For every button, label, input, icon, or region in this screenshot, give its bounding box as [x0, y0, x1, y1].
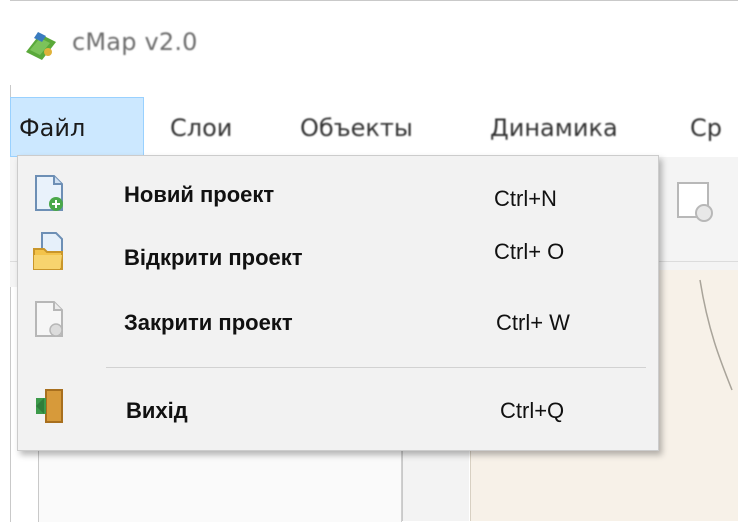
toolbar-document-icon[interactable] [670, 175, 720, 225]
side-panel [402, 440, 469, 521]
file-menu-dropdown: Новий проект Ctrl+N Відкрити проект Ctrl… [17, 155, 659, 451]
menu-item-label: Закрити проект [124, 310, 293, 335]
layers-panel[interactable] [38, 440, 402, 522]
menu-item-exit[interactable]: Вихід Ctrl+Q [18, 384, 658, 438]
menu-item-shortcut: Ctrl+Q [500, 398, 565, 423]
menu-item-shortcut: Ctrl+ W [496, 310, 570, 335]
menu-layers-label: Слои [170, 114, 233, 142]
menu-objects[interactable]: Объекты [300, 97, 413, 157]
menu-objects-label: Объекты [300, 114, 413, 142]
open-folder-icon [33, 232, 63, 270]
menu-item-shortcut: Ctrl+N [494, 186, 557, 211]
menu-item-label: Новий проект [124, 182, 275, 207]
menu-dynamics-label: Динамика [490, 114, 618, 142]
menu-file[interactable]: Файл [10, 97, 144, 157]
menu-item-open-project[interactable]: Відкрити проект Ctrl+ O [18, 223, 658, 277]
menu-item-label: Відкрити проект [124, 245, 303, 270]
menu-item-shortcut: Ctrl+ O [494, 239, 565, 264]
menu-bar: Файл Слои Объекты Динамика Ср [10, 97, 738, 157]
window-title: cMap v2.0 [72, 28, 198, 56]
menu-layers[interactable]: Слои [170, 97, 232, 157]
menu-item-new-project[interactable]: Новий проект Ctrl+N [18, 168, 658, 222]
menu-more[interactable]: Ср [690, 97, 722, 157]
app-logo-icon [26, 32, 56, 60]
menu-item-label: Вихід [126, 398, 188, 423]
exit-door-icon [36, 389, 63, 423]
close-document-icon [35, 301, 63, 337]
menu-separator [106, 367, 646, 368]
menu-more-label: Ср [690, 114, 722, 142]
new-document-icon [35, 175, 63, 211]
menu-dynamics[interactable]: Динамика [490, 97, 618, 157]
menu-item-close-project[interactable]: Закрити проект Ctrl+ W [18, 296, 658, 350]
